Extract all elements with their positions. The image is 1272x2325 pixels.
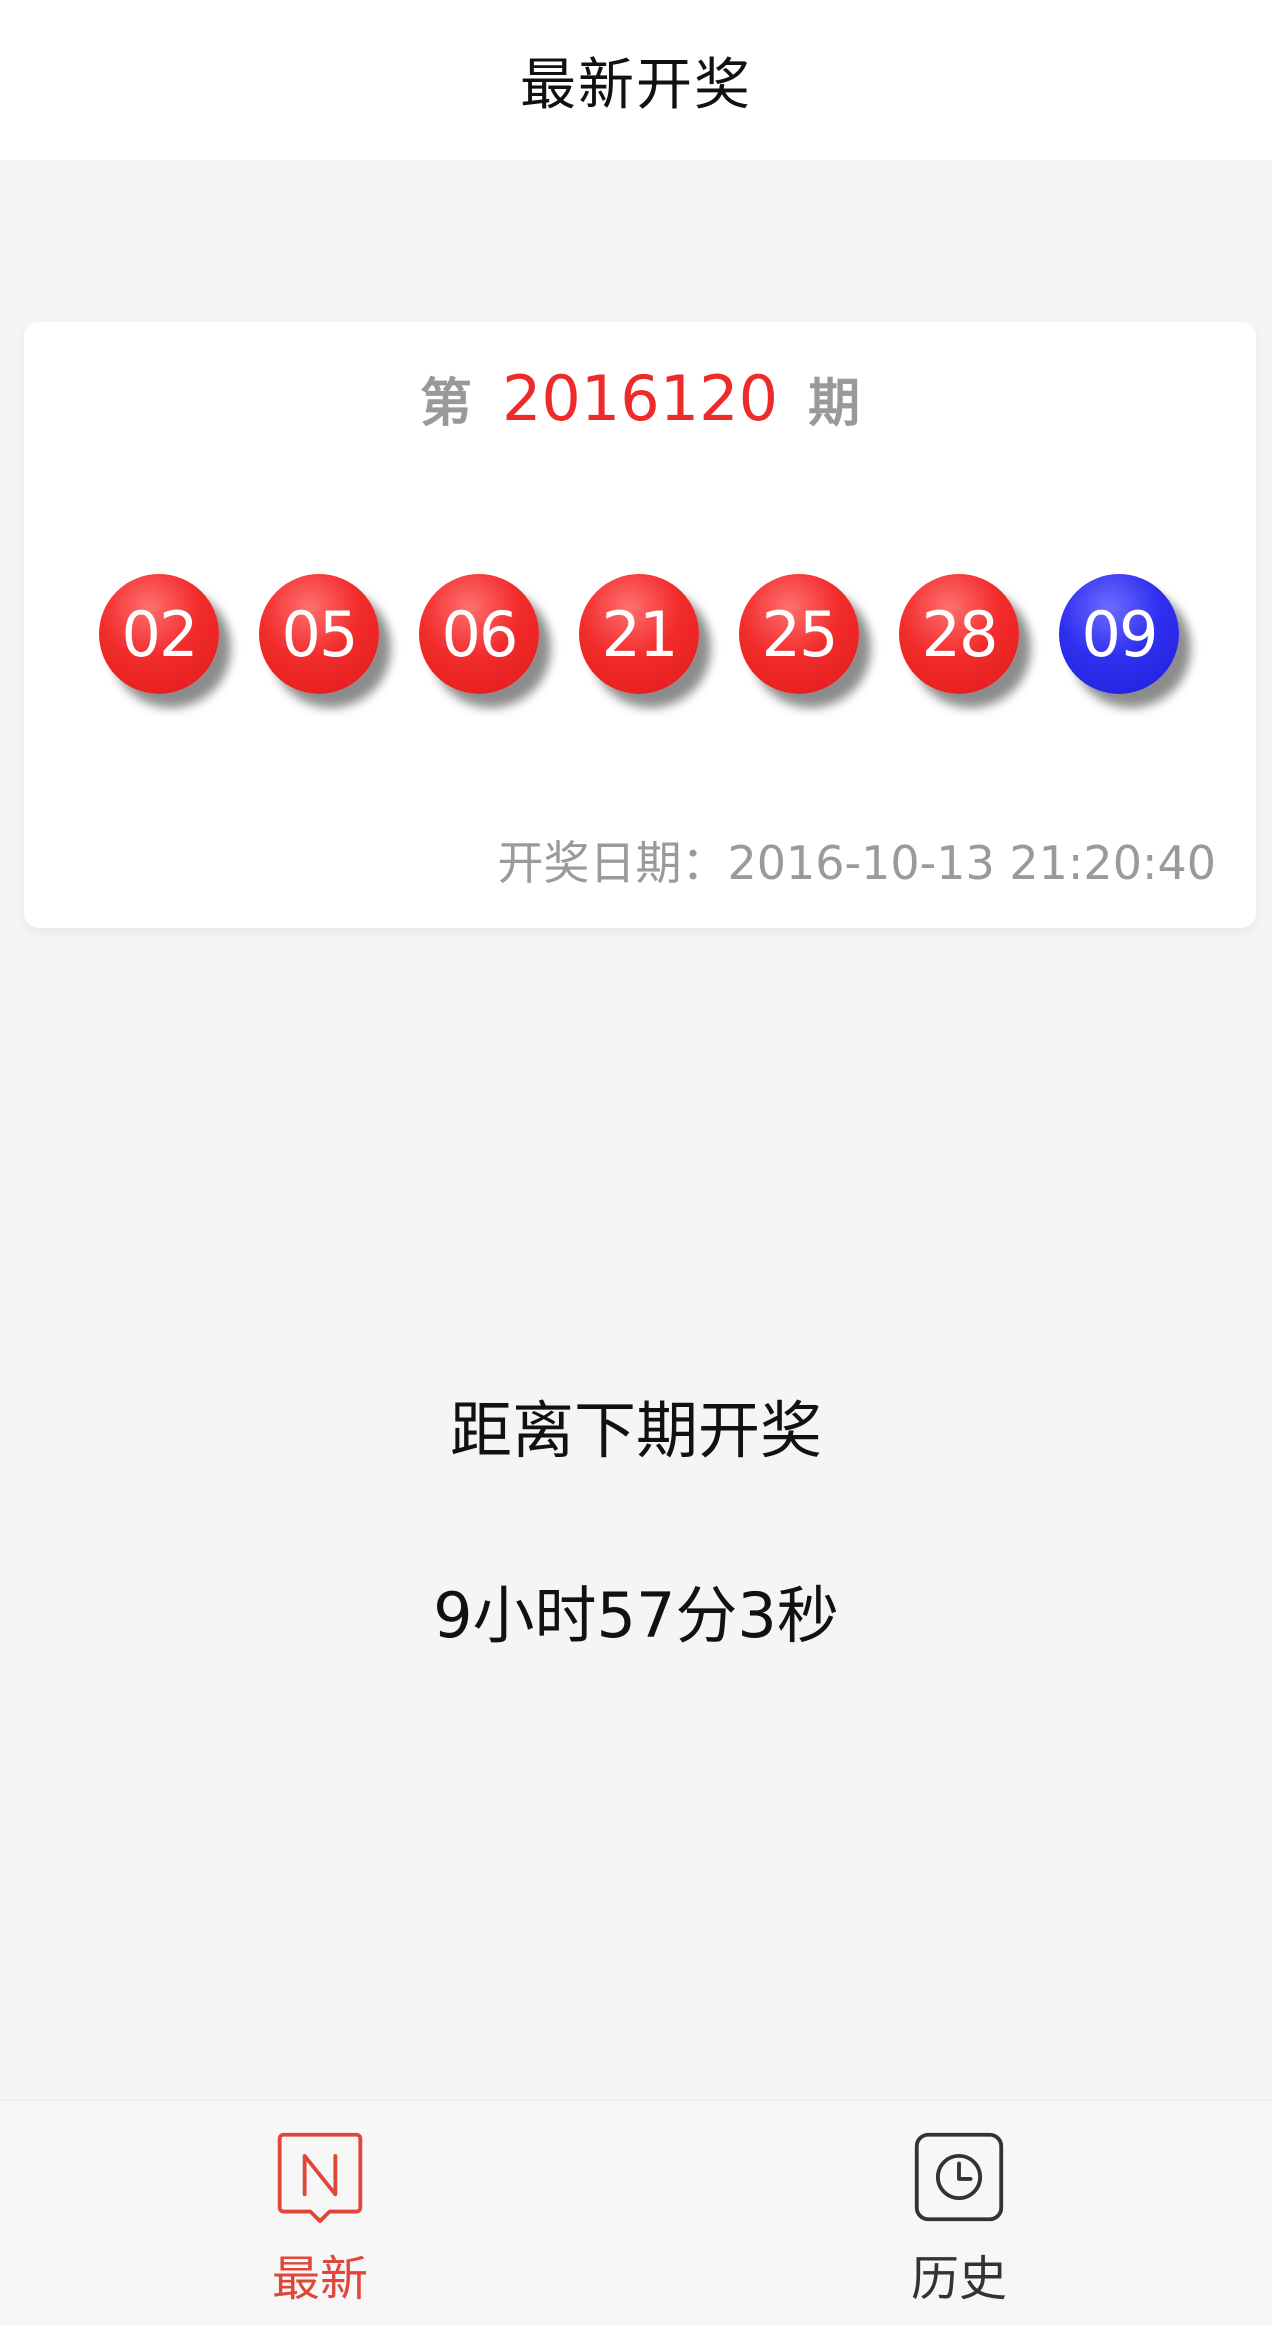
- tab-label-latest: 最新: [271, 2251, 368, 2307]
- red-ball: 21: [579, 574, 699, 694]
- page-title: 最新开奖: [520, 52, 752, 118]
- issue-prefix: 第: [419, 373, 472, 434]
- issue-line: 第 2016120 期: [24, 358, 1256, 438]
- red-ball: 06: [419, 574, 539, 694]
- latest-n-icon: [277, 2132, 363, 2224]
- blue-ball: 09: [1059, 574, 1179, 694]
- winning-numbers: 02 05 06 21 25 28 09: [99, 574, 1199, 704]
- nav-header: 最新开奖: [0, 0, 1272, 160]
- bottom-tab-bar: 最新 历史: [0, 2100, 1272, 2325]
- tab-label-history: 历史: [910, 2251, 1007, 2307]
- tab-history[interactable]: 历史: [859, 2129, 1059, 2309]
- countdown-label: 距离下期开奖: [449, 1394, 822, 1467]
- tab-latest[interactable]: 最新: [220, 2129, 420, 2309]
- red-ball: 25: [739, 574, 859, 694]
- red-ball: 28: [899, 574, 1019, 694]
- clock-icon: [914, 2132, 1004, 2222]
- countdown-value: 9小时57分3秒: [433, 1579, 839, 1652]
- red-ball: 05: [259, 574, 379, 694]
- issue-number: 2016120: [501, 361, 779, 435]
- red-ball: 02: [99, 574, 219, 694]
- draw-date: 开奖日期：2016-10-13 21:20:40: [497, 836, 1216, 890]
- latest-draw-card: 第 2016120 期 02 05 06 21 25 28 09 开奖日期：20…: [24, 322, 1256, 928]
- issue-suffix: 期: [808, 373, 861, 434]
